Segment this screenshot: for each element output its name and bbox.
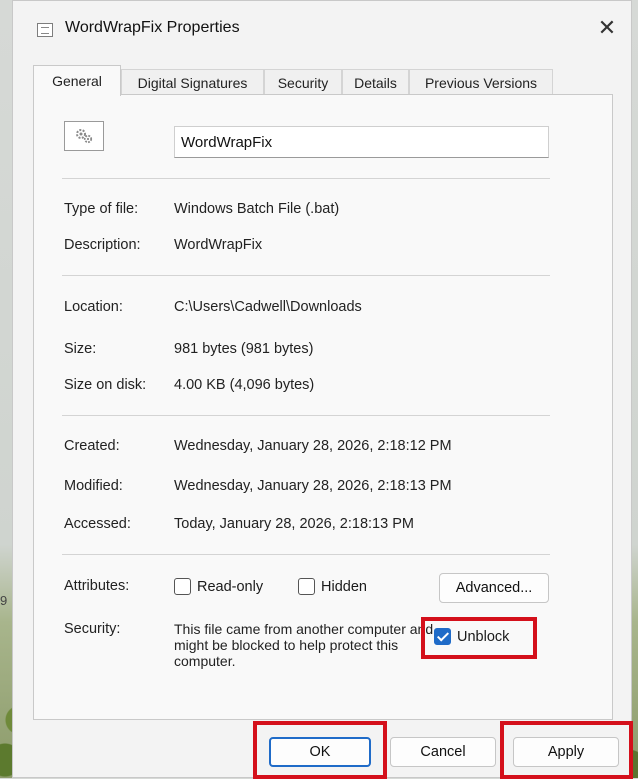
attributes-label: Attributes: [64, 578, 130, 594]
batch-file-icon [37, 23, 53, 37]
divider [62, 415, 550, 416]
location-value: C:\Users\Cadwell\Downloads [174, 299, 362, 315]
dialog-button-bar: OK Cancel Apply [13, 721, 633, 779]
unblock-checkbox[interactable]: Unblock [434, 628, 509, 645]
tab-digital-signatures[interactable]: Digital Signatures [121, 69, 264, 95]
type-of-file-value: Windows Batch File (.bat) [174, 201, 340, 217]
tab-strip: General Digital Signatures Security Deta… [33, 65, 613, 96]
modified-label: Modified: [64, 478, 123, 494]
created-value: Wednesday, January 28, 2026, 2:18:12 PM [174, 438, 452, 454]
hidden-label: Hidden [321, 578, 367, 595]
close-button[interactable]: ✕ [589, 11, 625, 45]
location-label: Location: [64, 299, 123, 315]
security-label: Security: [64, 621, 121, 637]
hidden-checkbox-box[interactable] [298, 578, 315, 595]
window-title: WordWrapFix Properties [65, 19, 240, 36]
general-panel: Type of file: Windows Batch File (.bat) … [33, 94, 613, 720]
size-label: Size: [64, 341, 97, 357]
tab-details[interactable]: Details [342, 69, 409, 95]
background-text: 9 [0, 593, 8, 608]
description-label: Description: [64, 237, 141, 253]
gear-file-icon [64, 121, 104, 151]
close-icon: ✕ [597, 15, 617, 40]
divider [62, 275, 550, 276]
divider [62, 178, 550, 179]
size-on-disk-label: Size on disk: [64, 377, 147, 393]
type-of-file-label: Type of file: [64, 201, 139, 217]
description-value: WordWrapFix [174, 237, 263, 253]
size-on-disk-value: 4.00 KB (4,096 bytes) [174, 377, 315, 393]
modified-value: Wednesday, January 28, 2026, 2:18:13 PM [174, 478, 452, 494]
created-label: Created: [64, 438, 120, 454]
file-name-input[interactable] [174, 126, 549, 158]
readonly-checkbox[interactable]: Read-only [174, 578, 263, 595]
accessed-label: Accessed: [64, 516, 131, 532]
properties-dialog: WordWrapFix Properties ✕ General Digital… [12, 0, 633, 779]
cancel-button[interactable]: Cancel [390, 737, 496, 767]
tab-security[interactable]: Security [264, 69, 342, 95]
readonly-checkbox-box[interactable] [174, 578, 191, 595]
hidden-checkbox[interactable]: Hidden [298, 578, 367, 595]
accessed-value: Today, January 28, 2026, 2:18:13 PM [174, 516, 414, 532]
readonly-label: Read-only [197, 578, 264, 595]
tab-general[interactable]: General [33, 65, 121, 96]
apply-button[interactable]: Apply [513, 737, 619, 767]
gear-icon [76, 129, 93, 144]
ok-button[interactable]: OK [269, 737, 371, 767]
security-warning-text: This file came from another computer and… [174, 621, 434, 669]
size-value: 981 bytes (981 bytes) [174, 341, 314, 357]
divider [62, 554, 550, 555]
unblock-checkbox-box[interactable] [434, 628, 451, 645]
title-bar[interactable]: WordWrapFix Properties ✕ [13, 1, 631, 57]
unblock-label: Unblock [457, 628, 510, 645]
tab-previous-versions[interactable]: Previous Versions [409, 69, 553, 95]
advanced-button[interactable]: Advanced... [439, 573, 549, 603]
